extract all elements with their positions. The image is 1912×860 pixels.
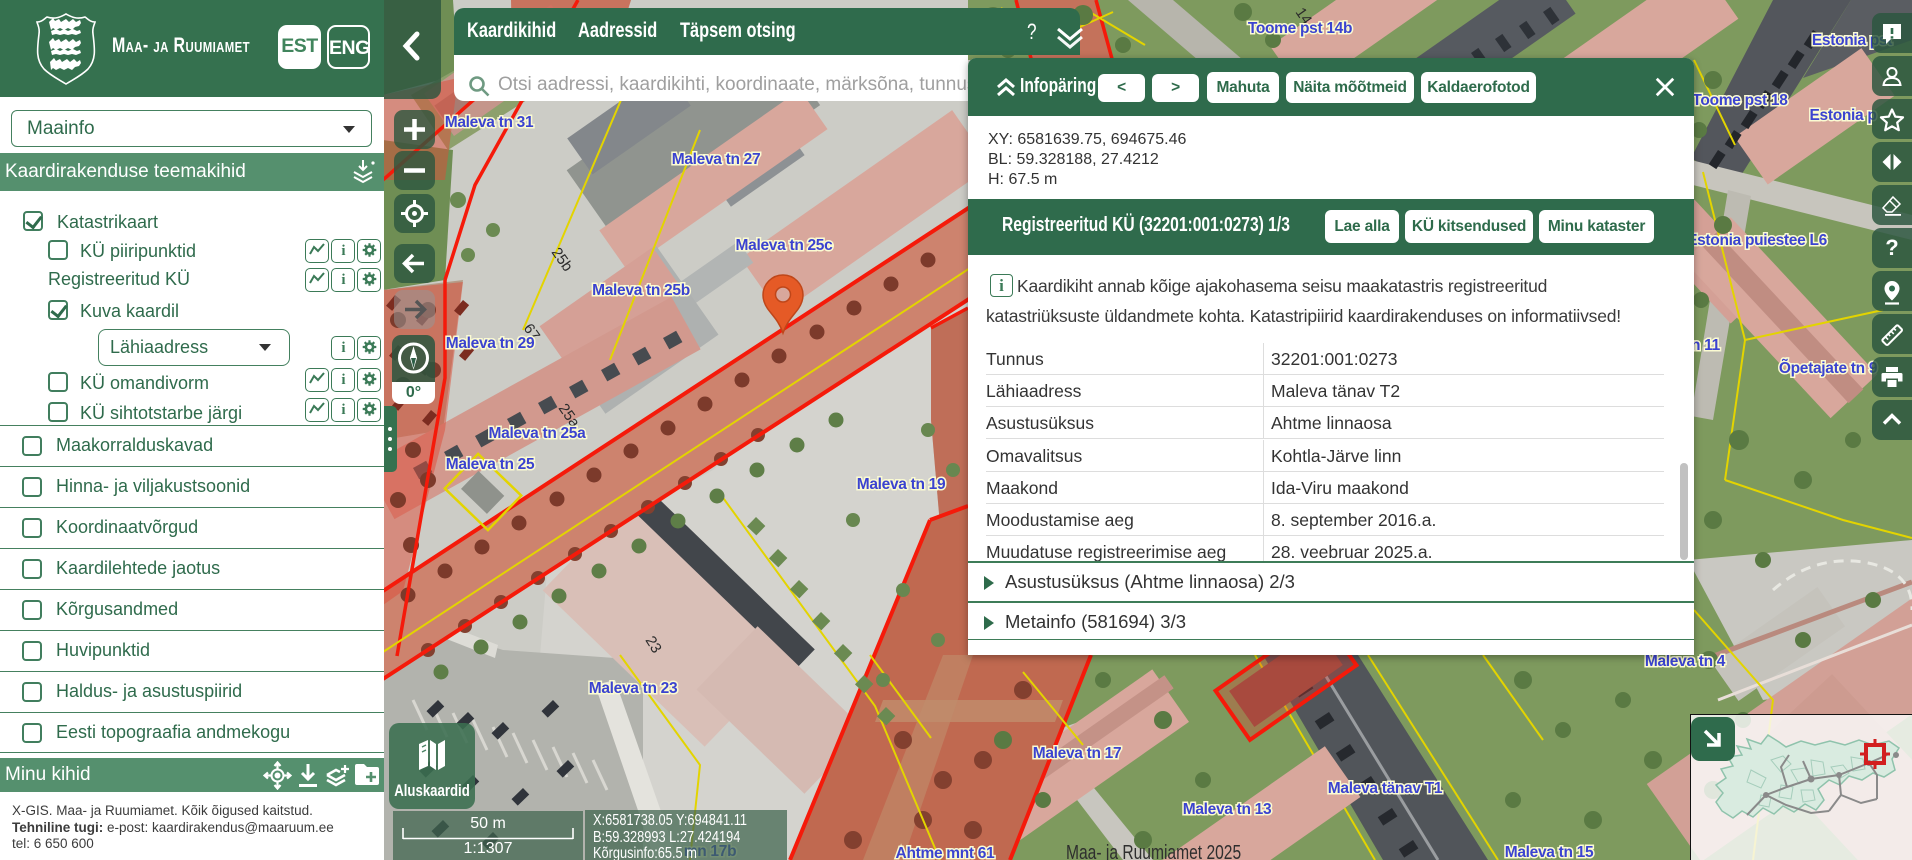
svg-text:i: i: [341, 372, 345, 387]
svg-text:i: i: [341, 402, 345, 417]
svg-text:Maleva tänav T1: Maleva tänav T1: [1328, 780, 1443, 797]
svg-text:Maleva tn 25: Maleva tn 25: [446, 456, 535, 473]
svg-text:Maleva tn 25b: Maleva tn 25b: [592, 282, 690, 299]
svg-text:i: i: [341, 243, 345, 258]
svg-text:Maleva tn 25c: Maleva tn 25c: [736, 237, 834, 254]
svg-text:Maleva tn 31: Maleva tn 31: [445, 114, 534, 131]
svg-text:Ahtme mnt 61: Ahtme mnt 61: [896, 845, 996, 860]
svg-text:Maleva tn 15: Maleva tn 15: [1505, 844, 1594, 860]
svg-text:Maleva tn 4: Maleva tn 4: [1645, 653, 1726, 670]
svg-text:Maleva tn 29: Maleva tn 29: [446, 335, 535, 352]
svg-text:Maleva tn 27: Maleva tn 27: [672, 151, 761, 168]
svg-text:Estonia p: Estonia p: [1809, 107, 1876, 124]
svg-text:Toome pst 18: Toome pst 18: [1692, 92, 1788, 109]
svg-text:Maleva tn 13: Maleva tn 13: [1183, 801, 1272, 818]
svg-text:i: i: [341, 272, 345, 287]
svg-text:Õpetajate tn 9: Õpetajate tn 9: [1779, 359, 1878, 377]
svg-text:Estonia puiestee L6: Estonia puiestee L6: [1687, 232, 1828, 249]
svg-text:Maleva tn 17: Maleva tn 17: [1033, 745, 1122, 762]
svg-text:Maleva tn 23: Maleva tn 23: [589, 680, 678, 697]
svg-text:Maleva tn 19: Maleva tn 19: [857, 476, 946, 493]
svg-text:Toome pst 14b: Toome pst 14b: [1248, 20, 1352, 37]
svg-text:i: i: [341, 340, 345, 355]
svg-text:Maleva tn 25a: Maleva tn 25a: [489, 425, 587, 442]
